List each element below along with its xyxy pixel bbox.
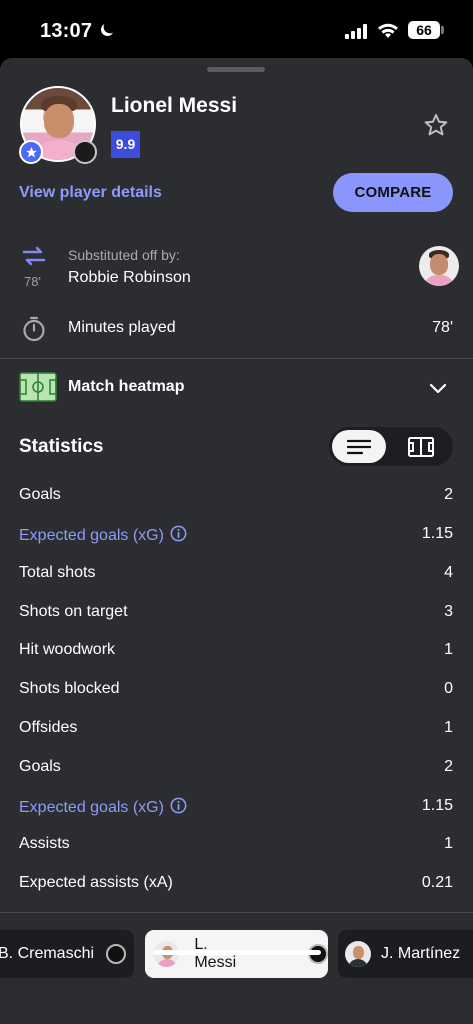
stat-row: Shots blocked 0 [19,680,453,704]
pitch-view-button[interactable] [407,434,435,459]
stat-row[interactable]: Expected goals (xG) 1.15 [19,525,453,549]
statistics-title: Statistics [19,436,104,457]
compare-button[interactable]: COMPARE [333,173,453,212]
player-rating-badge: 9.9 [111,131,140,158]
substitution-icon [22,246,46,266]
view-player-details-link[interactable]: View player details [19,184,162,202]
home-indicator[interactable] [153,950,321,955]
player-sheet: Lionel Messi 9.9 View player details COM… [0,58,473,1024]
stat-value: 3 [444,603,453,620]
stat-label: Offsides [19,719,78,736]
stat-label: Hit woodwork [19,641,116,658]
stat-value: 0 [444,680,453,697]
stat-row[interactable]: Expected goals (xG) 1.15 [19,797,453,821]
cellular-signal-icon [345,24,367,39]
divider [0,358,473,359]
sheet-grabber[interactable] [207,67,265,72]
divider [0,912,473,913]
stat-value: 0.21 [421,874,453,891]
stat-label-text: Expected goals (xG) [19,799,164,816]
captain-star-badge-icon [19,140,43,164]
club-crest-icon [73,140,97,164]
stat-value: 2 [444,758,453,775]
substitution-minute: 78' [24,274,41,289]
battery-indicator: 66 [408,21,440,39]
stat-label: Goals [19,758,61,775]
match-heatmap-label[interactable]: Match heatmap [68,378,184,396]
list-view-button[interactable] [332,430,386,463]
status-bar: 13:07 66 [0,0,473,58]
stat-value: 1 [444,835,453,852]
info-icon[interactable] [170,525,187,542]
stat-label: Shots on target [19,603,128,620]
substitute-avatar[interactable] [419,246,459,286]
stat-value: 1.15 [421,525,453,542]
stat-label: Total shots [19,564,96,581]
stat-row: Expected assists (xA) 0.21 [19,874,453,898]
favorite-star-icon[interactable] [423,112,449,138]
stat-row: Shots on target 3 [19,603,453,627]
stat-label: Shots blocked [19,680,120,697]
stat-label-link[interactable]: Expected goals (xG) [19,525,187,545]
chip-player-name: J. Martínez [381,945,461,962]
stat-value: 1.15 [421,797,453,814]
stat-row: Assists 1 [19,835,453,859]
chip-player-name: B. Cremaschi [0,945,95,962]
stat-label: Expected assists (xA) [19,874,173,891]
status-time: 13:07 [40,20,93,42]
player-chip[interactable]: B. Cremaschi [0,930,134,978]
minutes-played-label: Minutes played [68,319,176,336]
wifi-icon [378,23,398,38]
stat-row: Offsides 1 [19,719,453,743]
stat-row: Hit woodwork 1 [19,641,453,665]
chip-avatar [345,941,371,967]
stat-value: 2 [444,486,453,503]
stopwatch-icon [23,316,45,342]
minutes-played-value: 78' [432,319,453,336]
info-icon[interactable] [170,797,187,814]
moon-icon [101,24,113,36]
pitch-heatmap-icon [19,372,57,402]
pitch-icon [408,436,434,457]
stat-label: Goals [19,486,61,503]
stat-row: Goals 2 [19,758,453,782]
list-lines-icon [347,439,371,454]
stat-label-text: Expected goals (xG) [19,527,164,544]
stat-value: 4 [444,564,453,581]
player-name: Lionel Messi [111,94,238,117]
stat-label-link[interactable]: Expected goals (xG) [19,797,187,817]
stat-row: Total shots 4 [19,564,453,588]
substitute-player-name[interactable]: Robbie Robinson [68,269,191,287]
stat-value: 1 [444,719,453,736]
statistics-view-toggle[interactable] [329,427,453,466]
chevron-down-icon[interactable] [428,378,448,398]
player-carousel[interactable]: B. Cremaschi L. Messi J. Martínez [0,912,473,1024]
stat-value: 1 [444,641,453,658]
substituted-off-label: Substituted off by: [68,247,180,263]
player-chip[interactable]: J. Martínez [338,930,473,978]
stat-label: Assists [19,835,70,852]
battery-tip [441,26,444,34]
stat-row: Goals 2 [19,486,453,510]
club-crest-icon [106,944,127,964]
